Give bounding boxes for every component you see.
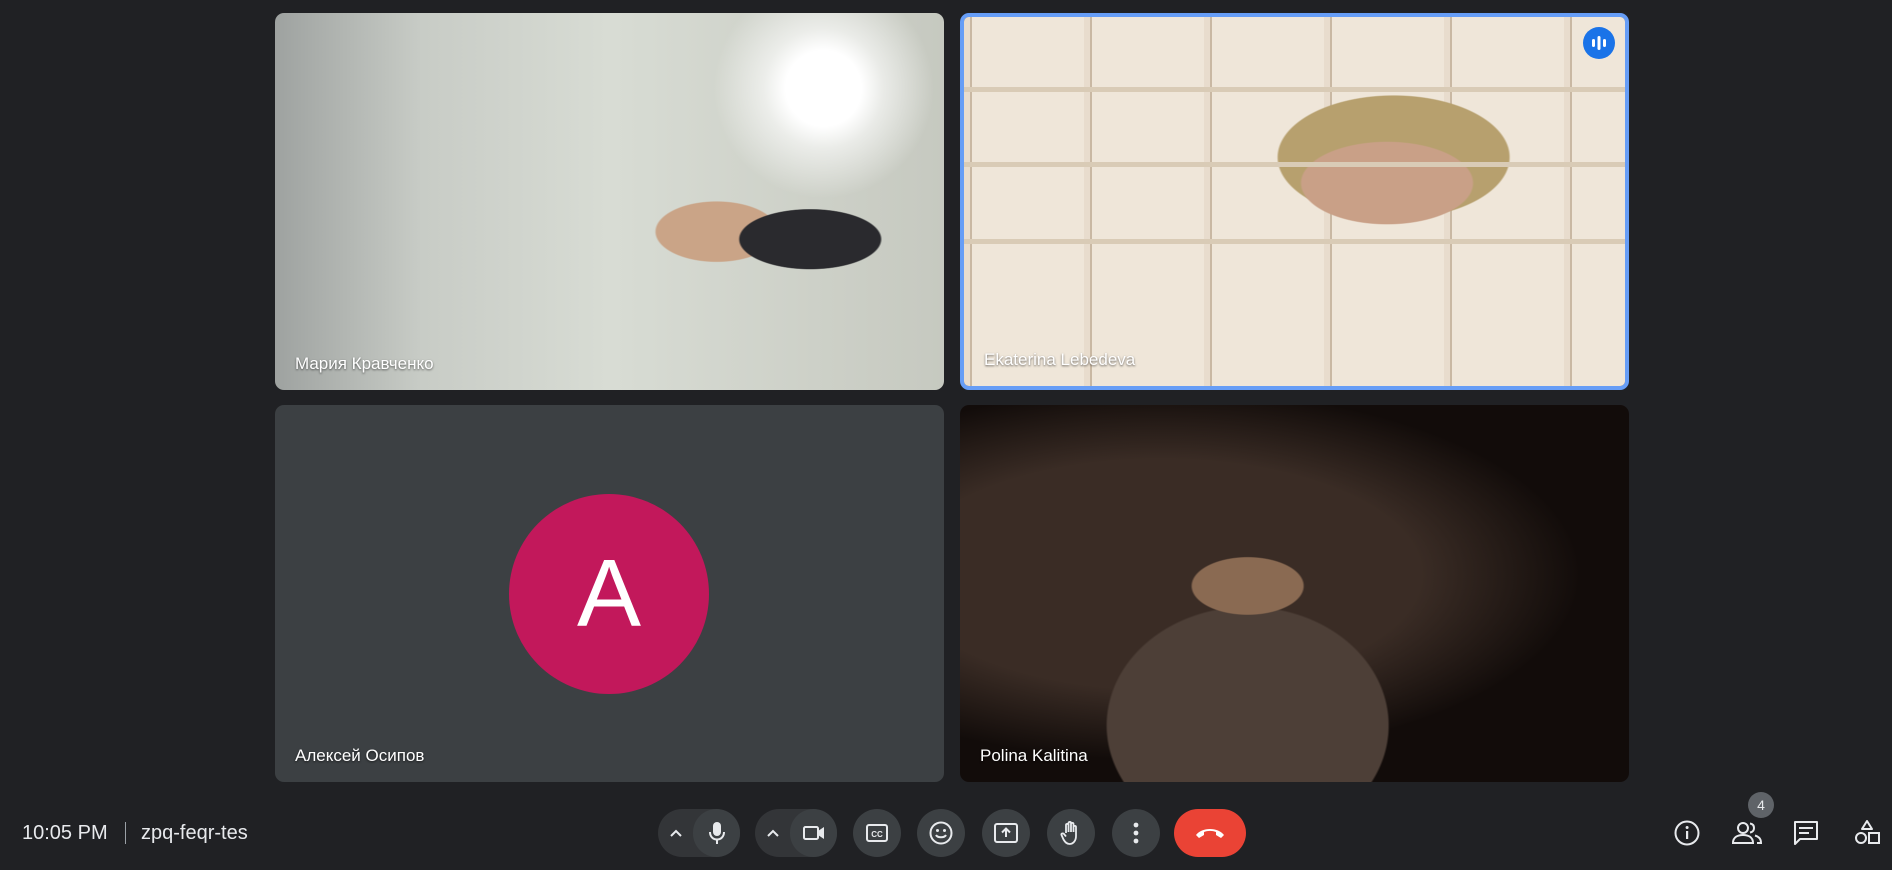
closed-captions-icon: CC bbox=[866, 824, 888, 842]
meeting-time: 10:05 PM bbox=[22, 822, 108, 844]
participant-count-badge: 4 bbox=[1748, 792, 1774, 818]
more-vert-icon bbox=[1133, 822, 1139, 844]
chevron-up-icon bbox=[669, 829, 682, 837]
activities-button[interactable] bbox=[1843, 809, 1891, 857]
leave-call-button[interactable] bbox=[1174, 809, 1246, 857]
chevron-up-icon bbox=[766, 829, 779, 837]
raise-hand-button[interactable] bbox=[1047, 809, 1095, 857]
avatar: A bbox=[509, 494, 709, 694]
shapes-icon bbox=[1855, 820, 1880, 844]
participant-tile-4[interactable]: Polina Kalitina bbox=[960, 405, 1629, 782]
participant-video bbox=[275, 13, 944, 390]
mic-icon bbox=[708, 822, 725, 844]
audio-options-button[interactable] bbox=[658, 809, 693, 857]
emoji-icon bbox=[929, 821, 953, 845]
chat-icon bbox=[1794, 821, 1818, 845]
shelf-decor bbox=[964, 87, 1625, 92]
video-options-button[interactable] bbox=[755, 809, 790, 857]
reactions-button[interactable] bbox=[917, 809, 965, 857]
participant-name: Polina Kalitina bbox=[980, 746, 1088, 765]
videocam-icon bbox=[802, 826, 824, 840]
participant-tile-1[interactable]: Мария Кравченко bbox=[275, 13, 944, 390]
present-screen-icon bbox=[994, 823, 1018, 843]
microphone-button[interactable] bbox=[693, 809, 740, 857]
participant-name: Мария Кравченко bbox=[295, 354, 434, 373]
info-icon bbox=[1674, 820, 1700, 846]
microphone-control-group bbox=[658, 809, 740, 857]
participant-tile-3[interactable]: A Алексей Осипов bbox=[275, 405, 944, 782]
people-icon bbox=[1731, 822, 1763, 844]
participant-video bbox=[964, 17, 1625, 386]
hand-icon bbox=[1060, 820, 1077, 845]
speaking-indicator-icon bbox=[1583, 27, 1615, 59]
captions-button[interactable]: CC bbox=[853, 809, 901, 857]
participant-name: Ekaterina Lebedeva bbox=[984, 350, 1136, 369]
participant-tile-2-active-speaker[interactable]: Ekaterina Lebedeva bbox=[960, 13, 1629, 390]
more-options-button[interactable] bbox=[1112, 809, 1160, 857]
meeting-code: zpq-feqr-tes bbox=[141, 822, 248, 844]
divider bbox=[125, 822, 126, 844]
present-button[interactable] bbox=[982, 809, 1030, 857]
svg-text:CC: CC bbox=[871, 830, 883, 839]
camera-button[interactable] bbox=[790, 809, 837, 857]
chat-button[interactable] bbox=[1782, 809, 1830, 857]
meeting-details-button[interactable] bbox=[1663, 809, 1711, 857]
participant-name: Алексей Осипов bbox=[295, 746, 425, 765]
shelf-decor bbox=[964, 239, 1625, 244]
camera-control-group bbox=[755, 809, 837, 857]
participant-video bbox=[960, 405, 1629, 782]
shelf-decor bbox=[964, 162, 1625, 167]
call-end-icon bbox=[1196, 829, 1224, 838]
call-controls-bar: 10:05 PM zpq-feqr-tes CC 4 bbox=[0, 792, 1892, 870]
meet-call-stage: Мария Кравченко Ekaterina Lebedeva A Але… bbox=[0, 0, 1892, 870]
